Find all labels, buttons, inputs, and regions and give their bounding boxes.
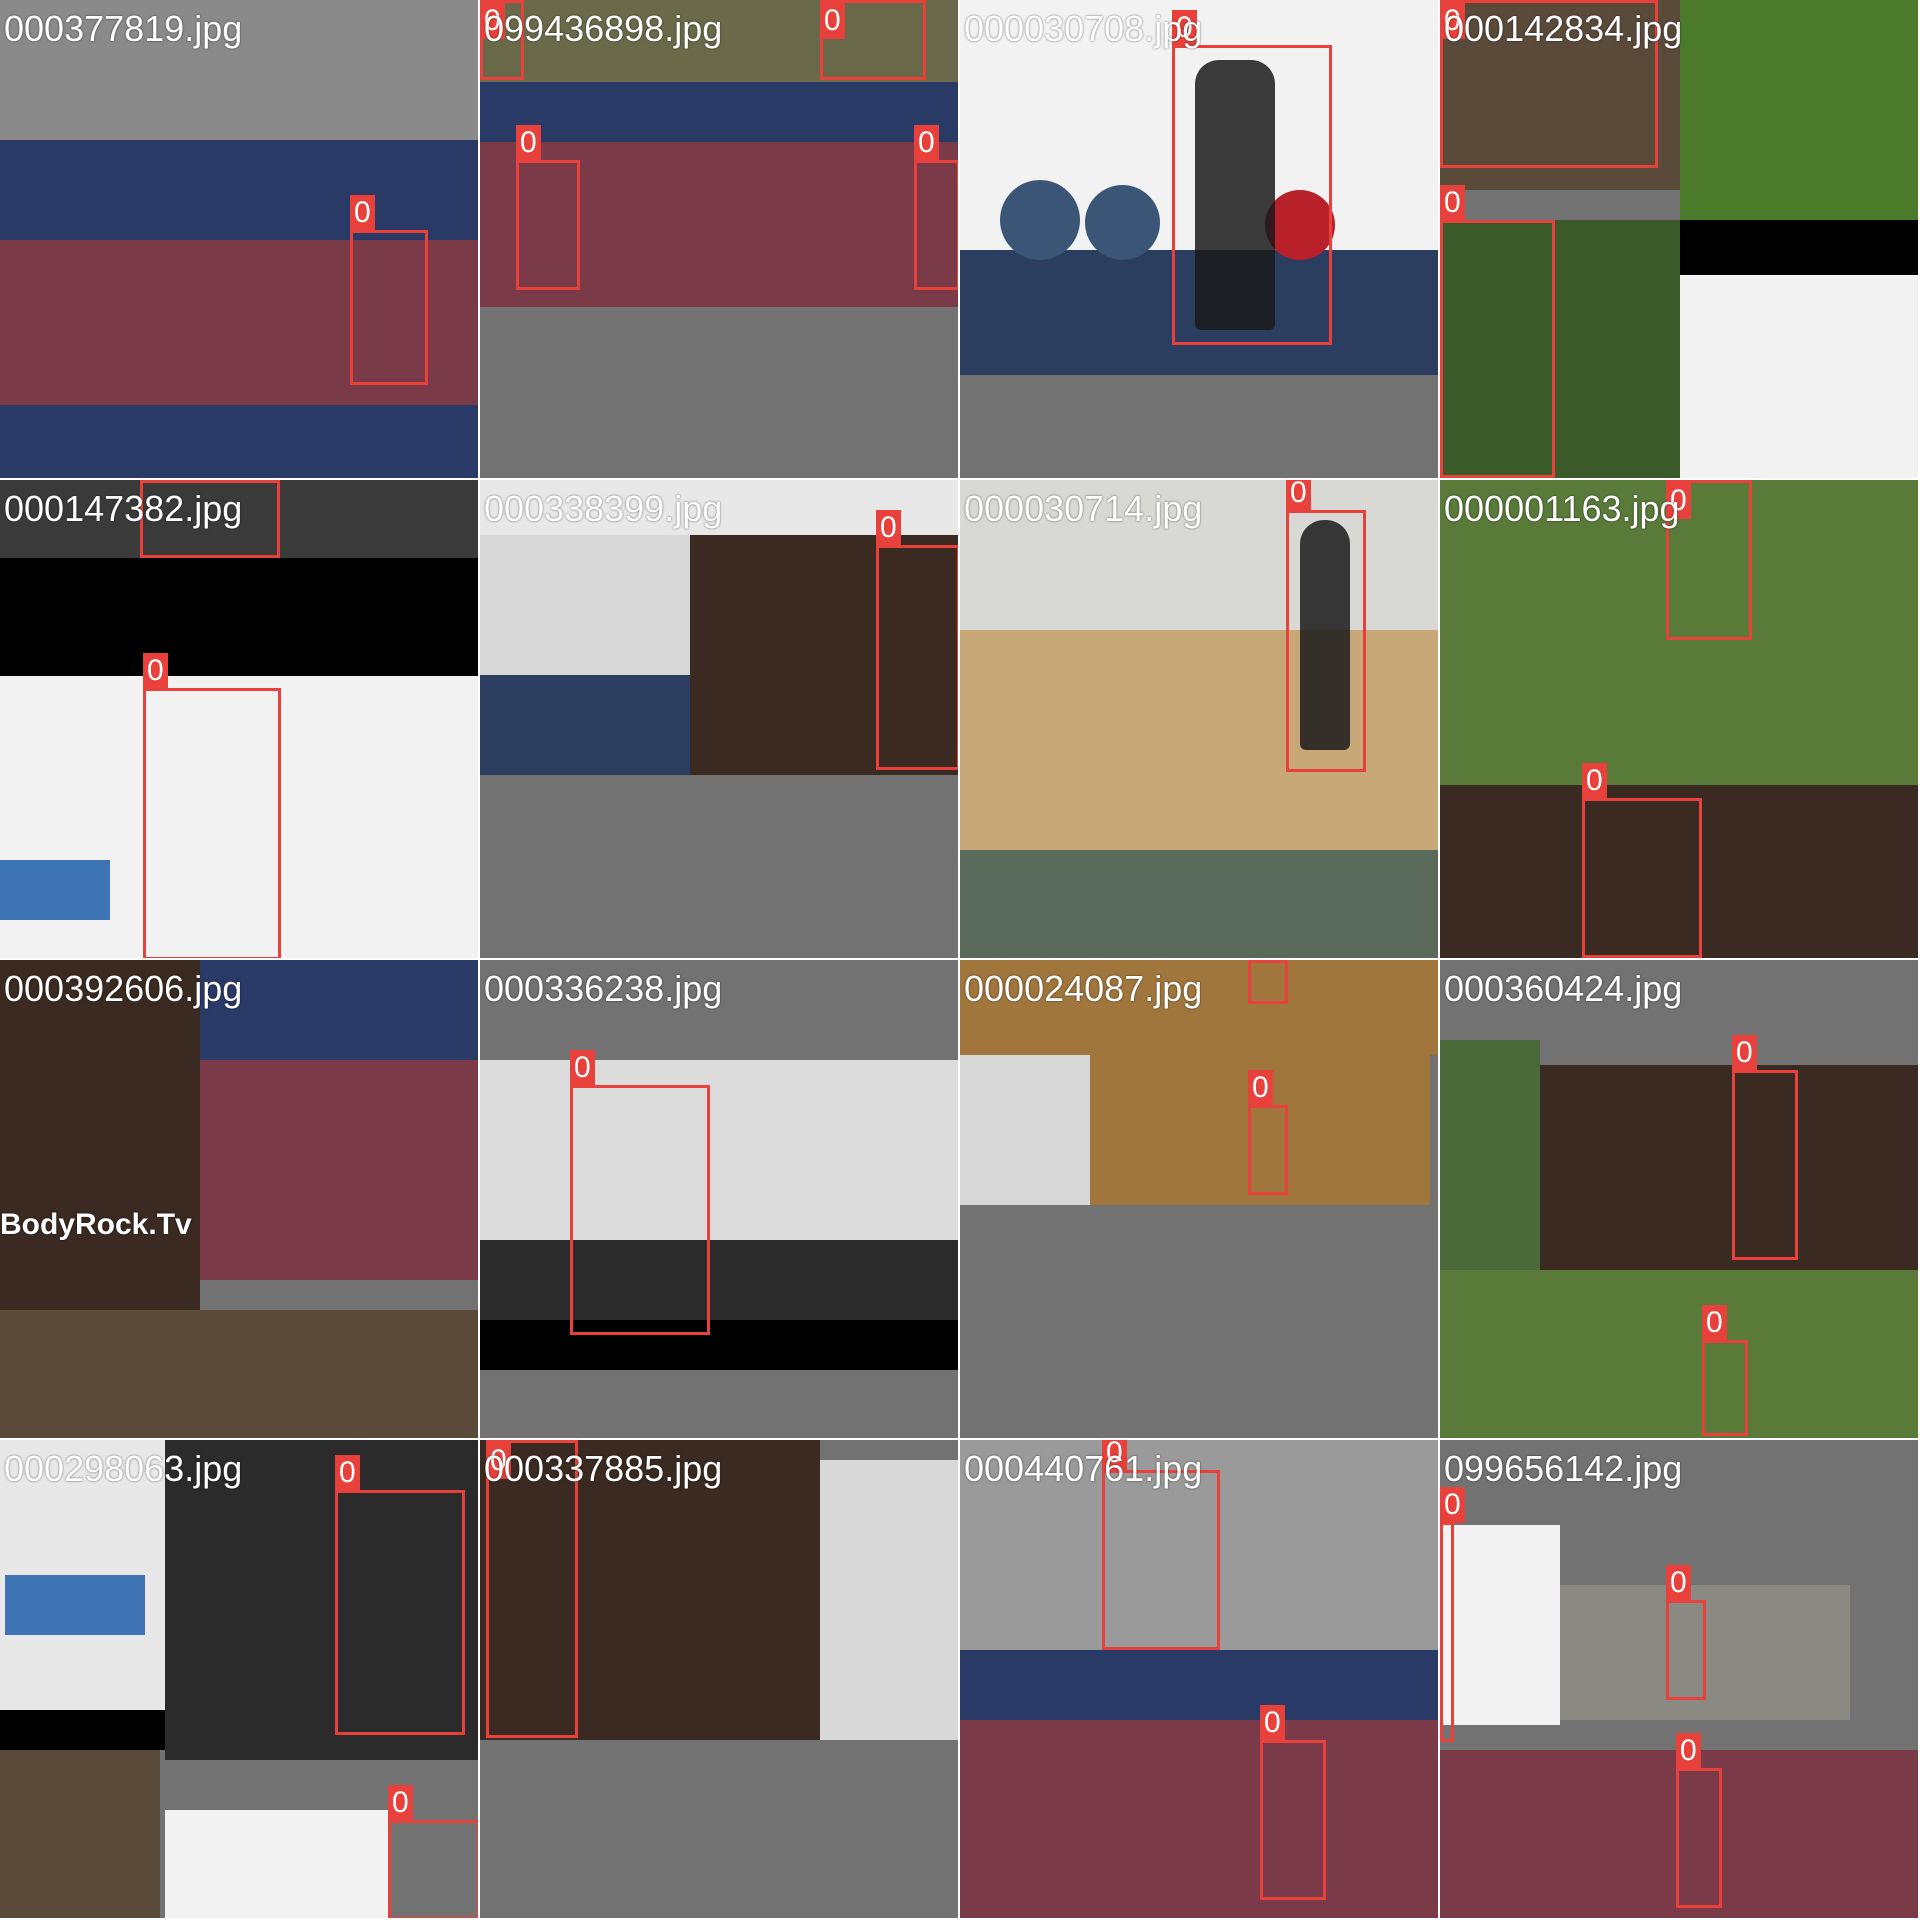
court-wall: [0, 140, 478, 240]
bbox: 0: [1286, 480, 1366, 772]
bbox: 0: [876, 510, 958, 770]
tile-16: 0 0 0 099656142.jpg: [1440, 1440, 1920, 1920]
grass: [1440, 1270, 1918, 1438]
filename-label: 000338399.jpg: [484, 488, 723, 529]
outdoor-strip: [960, 850, 1438, 958]
lower-white: [165, 1810, 390, 1918]
filename-label: 000030708.jpg: [964, 8, 1203, 49]
court-wall: [480, 82, 958, 142]
bbox: 0: [820, 0, 926, 80]
bbox: 0: [1702, 1305, 1748, 1436]
bbox: 0: [914, 125, 958, 290]
filename-label: 000142834.jpg: [1444, 8, 1683, 49]
foliage: [1680, 0, 1918, 220]
bbox: 0: [1248, 960, 1288, 1004]
black-pad: [0, 558, 478, 676]
bbox: 0: [1582, 763, 1702, 958]
living-room: [0, 960, 200, 1310]
bbox: 0: [1676, 1733, 1722, 1908]
black-pad: [0, 1710, 165, 1750]
snow-patch: [960, 1055, 1090, 1205]
tile-8: 0 0 000001163.jpg: [1440, 480, 1920, 960]
step-platform: [5, 1575, 145, 1635]
filename-label: 099436898.jpg: [484, 8, 723, 49]
black-pad: [480, 1320, 958, 1370]
step-platform: [0, 860, 110, 920]
bbox: 0: [1102, 1440, 1220, 1650]
house-wall: [1680, 275, 1918, 478]
exercise-ball: [1085, 185, 1160, 260]
gym-floor: [480, 1240, 958, 1320]
tile-11: 0 0 000024087.jpg: [960, 960, 1440, 1440]
filename-label: 000440761.jpg: [964, 1448, 1203, 1489]
tile-14: 0 000337885.jpg: [480, 1440, 960, 1920]
filename-label: 099656142.jpg: [1444, 1448, 1683, 1489]
tile-13: 0 0 000298063.jpg: [0, 1440, 480, 1920]
bbox: 0: [1260, 1705, 1326, 1900]
bbox: 0: [1732, 1035, 1798, 1260]
bbox: 0: [516, 125, 580, 290]
filename-label: 000337885.jpg: [484, 1448, 723, 1489]
living-room: [1540, 1065, 1918, 1270]
exercise-ball: [1000, 180, 1080, 260]
tile-6: 0 000338399.jpg: [480, 480, 960, 960]
tile-12: 0 0 000360424.jpg: [1440, 960, 1920, 1440]
court-wall: [960, 1650, 1438, 1720]
bbox: 0: [1440, 1487, 1465, 1742]
filename-label: 000147382.jpg: [4, 488, 243, 529]
bbox: 0: [143, 653, 281, 958]
gym-wall: [480, 535, 690, 675]
bbox: 0: [1172, 10, 1332, 345]
lower-strip: [0, 1310, 478, 1438]
bbox: 0: [570, 1050, 710, 1335]
bbox: 0: [1440, 185, 1555, 478]
bbox: 0: [350, 195, 428, 385]
tile-10: 0 000336238.jpg: [480, 960, 960, 1440]
filename-label: 000024087.jpg: [964, 968, 1203, 1009]
filename-label: 000336238.jpg: [484, 968, 723, 1009]
field: [1440, 1040, 1540, 1270]
filename-label: 000360424.jpg: [1444, 968, 1683, 1009]
tile-2: 0 0 0 0 099436898.jpg: [480, 0, 960, 480]
filename-label: 000377819.jpg: [4, 8, 243, 49]
court-wall-lower: [0, 405, 478, 478]
black-pad: [1680, 220, 1918, 275]
room: [1440, 1525, 1560, 1725]
mosaic-grid: 0 000377819.jpg 0 0 0 0 099436898.jpg 0 …: [0, 0, 1920, 1920]
watermark: BodyRock.Tv: [0, 1208, 192, 1241]
tile-9: BodyRock.Tv 000392606.jpg: [0, 960, 480, 1440]
court-floor: [200, 1060, 478, 1280]
filename-label: 000001163.jpg: [1444, 488, 1680, 529]
court-floor: [960, 1720, 1438, 1918]
tile-7: 0 000030714.jpg: [960, 480, 1440, 960]
gym-wall: [820, 1460, 958, 1740]
bbox: 0: [335, 1455, 465, 1735]
filename-label: 000392606.jpg: [4, 968, 243, 1009]
tile-5: 0 0 000147382.jpg: [0, 480, 480, 960]
bbox: 0: [1248, 1070, 1288, 1195]
bbox: 0: [1666, 1565, 1706, 1700]
tile-15: 0 0 000440761.jpg: [960, 1440, 1440, 1920]
gym-floor: [480, 675, 690, 775]
gym-wall: [480, 1060, 958, 1240]
filename-label: 000030714.jpg: [964, 488, 1203, 529]
box-label: 0: [350, 195, 375, 231]
filename-label: 000298063.jpg: [4, 1448, 243, 1489]
tile-3: 0 000030708.jpg: [960, 0, 1440, 480]
lower-left: [0, 1750, 160, 1918]
bbox: 0: [388, 1785, 478, 1918]
tile-4: 0 0 000142834.jpg: [1440, 0, 1920, 480]
tile-1: 0 000377819.jpg: [0, 0, 480, 480]
